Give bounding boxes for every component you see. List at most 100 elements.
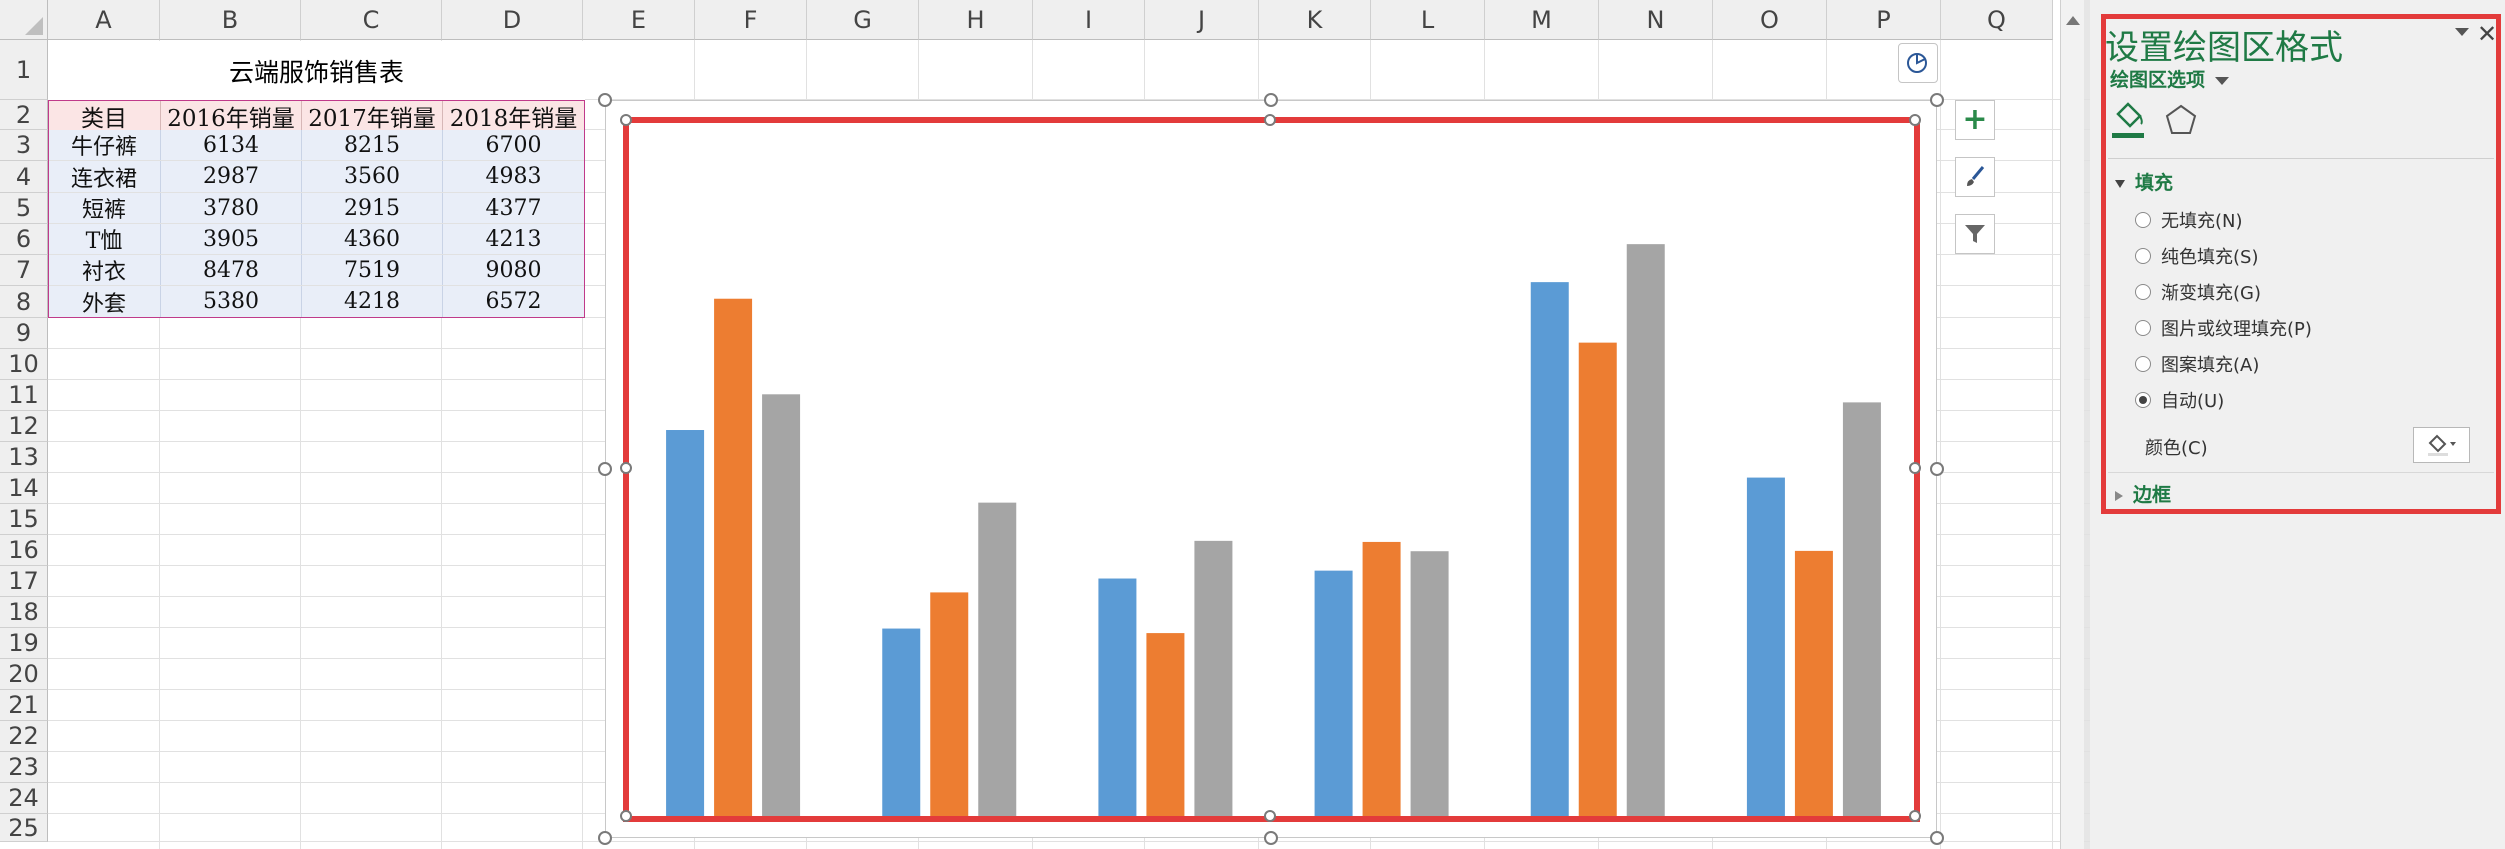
column-header-B[interactable]: B — [160, 0, 301, 40]
category-cell[interactable]: 牛仔裤 — [48, 130, 161, 160]
radio-button[interactable] — [2135, 356, 2151, 372]
column-header-O[interactable]: O — [1713, 0, 1827, 40]
radio-button[interactable] — [2135, 392, 2151, 408]
fill-option-3[interactable]: 渐变填充(G) — [2135, 279, 2261, 305]
chart-elements-button[interactable]: + — [1955, 100, 1995, 140]
row-header-12[interactable]: 12 — [0, 411, 48, 442]
column-header-G[interactable]: G — [807, 0, 919, 40]
column-header-C[interactable]: C — [301, 0, 442, 40]
column-header-D[interactable]: D — [442, 0, 583, 40]
plot-resize-handle[interactable] — [1909, 810, 1921, 822]
header-cell[interactable]: 2018年销量 — [443, 101, 585, 132]
row-header-16[interactable]: 16 — [0, 535, 48, 566]
plot-resize-handle[interactable] — [620, 114, 632, 126]
row-header-8[interactable]: 8 — [0, 286, 48, 318]
plot-resize-handle[interactable] — [1909, 114, 1921, 126]
fill-line-tab[interactable] — [2110, 100, 2146, 140]
fill-section-header[interactable]: 填充 — [2115, 168, 2173, 195]
column-header-H[interactable]: H — [919, 0, 1033, 40]
column-header-M[interactable]: M — [1485, 0, 1599, 40]
row-header-25[interactable]: 25 — [0, 814, 48, 842]
value-cell[interactable]: 8215 — [302, 130, 443, 160]
vertical-scrollbar[interactable] — [2060, 0, 2084, 849]
fill-option-2[interactable]: 纯色填充(S) — [2135, 243, 2258, 269]
column-header-N[interactable]: N — [1599, 0, 1713, 40]
chart-styles-button[interactable] — [1955, 157, 1995, 197]
chart-resize-handle[interactable] — [1264, 93, 1278, 107]
row-header-20[interactable]: 20 — [0, 659, 48, 690]
plot-area-selection[interactable] — [623, 117, 1920, 822]
row-header-4[interactable]: 4 — [0, 161, 48, 193]
pane-close-icon[interactable]: ✕ — [2477, 20, 2497, 48]
plot-resize-handle[interactable] — [620, 462, 632, 474]
value-cell[interactable]: 4218 — [302, 286, 443, 317]
plot-resize-handle[interactable] — [1264, 114, 1276, 126]
plot-area-options-dropdown[interactable]: 绘图区选项 — [2110, 65, 2230, 92]
fill-option-6[interactable]: 自动(U) — [2135, 387, 2224, 413]
category-cell[interactable]: 连衣裙 — [48, 161, 161, 192]
select-all-corner[interactable] — [0, 0, 48, 40]
row-header-13[interactable]: 13 — [0, 442, 48, 473]
column-header-K[interactable]: K — [1259, 0, 1371, 40]
chart-resize-handle[interactable] — [598, 831, 612, 845]
border-section-header[interactable]: 边框 — [2115, 480, 2171, 507]
value-cell[interactable]: 7519 — [302, 255, 443, 285]
pane-menu-icon[interactable] — [2455, 28, 2469, 36]
fill-option-1[interactable]: 无填充(N) — [2135, 207, 2243, 233]
value-cell[interactable]: 6700 — [443, 130, 585, 160]
value-cell[interactable]: 5380 — [161, 286, 302, 317]
row-header-2[interactable]: 2 — [0, 100, 48, 130]
chart-filters-button[interactable] — [1955, 214, 1995, 254]
column-header-I[interactable]: I — [1033, 0, 1145, 40]
chart-resize-handle[interactable] — [1930, 93, 1944, 107]
chart-resize-handle[interactable] — [1930, 462, 1944, 476]
value-cell[interactable]: 2915 — [302, 193, 443, 223]
row-header-9[interactable]: 9 — [0, 318, 48, 349]
value-cell[interactable]: 2987 — [161, 161, 302, 192]
row-header-18[interactable]: 18 — [0, 597, 48, 628]
row-header-21[interactable]: 21 — [0, 690, 48, 721]
value-cell[interactable]: 6572 — [443, 286, 585, 317]
chart-resize-handle[interactable] — [598, 93, 612, 107]
color-picker-button[interactable] — [2413, 427, 2470, 463]
row-header-11[interactable]: 11 — [0, 380, 48, 411]
row-header-24[interactable]: 24 — [0, 783, 48, 814]
column-header-F[interactable]: F — [695, 0, 807, 40]
chart-resize-handle[interactable] — [1264, 831, 1278, 845]
header-cell[interactable]: 类目 — [48, 101, 161, 132]
chart-resize-handle[interactable] — [598, 462, 612, 476]
chart-layout-button[interactable] — [1898, 43, 1938, 83]
row-header-6[interactable]: 6 — [0, 224, 48, 255]
value-cell[interactable]: 4213 — [443, 224, 585, 254]
plot-resize-handle[interactable] — [620, 810, 632, 822]
category-cell[interactable]: 短裤 — [48, 193, 161, 223]
row-header-19[interactable]: 19 — [0, 628, 48, 659]
value-cell[interactable]: 9080 — [443, 255, 585, 285]
value-cell[interactable]: 4983 — [443, 161, 585, 192]
fill-option-5[interactable]: 图案填充(A) — [2135, 351, 2259, 377]
value-cell[interactable]: 3560 — [302, 161, 443, 192]
value-cell[interactable]: 4360 — [302, 224, 443, 254]
column-header-P[interactable]: P — [1827, 0, 1941, 40]
row-header-15[interactable]: 15 — [0, 504, 48, 535]
value-cell[interactable]: 3780 — [161, 193, 302, 223]
column-header-E[interactable]: E — [583, 0, 695, 40]
column-header-A[interactable]: A — [48, 0, 160, 40]
radio-button[interactable] — [2135, 284, 2151, 300]
row-header-7[interactable]: 7 — [0, 255, 48, 286]
value-cell[interactable]: 3905 — [161, 224, 302, 254]
effects-tab[interactable] — [2163, 102, 2199, 138]
chart-resize-handle[interactable] — [1930, 831, 1944, 845]
table-title[interactable]: 云端服饰销售表 — [48, 41, 585, 100]
row-header-3[interactable]: 3 — [0, 130, 48, 161]
radio-button[interactable] — [2135, 248, 2151, 264]
column-header-J[interactable]: J — [1145, 0, 1259, 40]
row-header-23[interactable]: 23 — [0, 752, 48, 783]
scroll-up-icon[interactable] — [2066, 16, 2080, 25]
category-cell[interactable]: 衬衣 — [48, 255, 161, 285]
radio-button[interactable] — [2135, 320, 2151, 336]
column-header-Q[interactable]: Q — [1941, 0, 2053, 40]
value-cell[interactable]: 4377 — [443, 193, 585, 223]
header-cell[interactable]: 2016年销量 — [161, 101, 302, 132]
row-header-5[interactable]: 5 — [0, 193, 48, 224]
